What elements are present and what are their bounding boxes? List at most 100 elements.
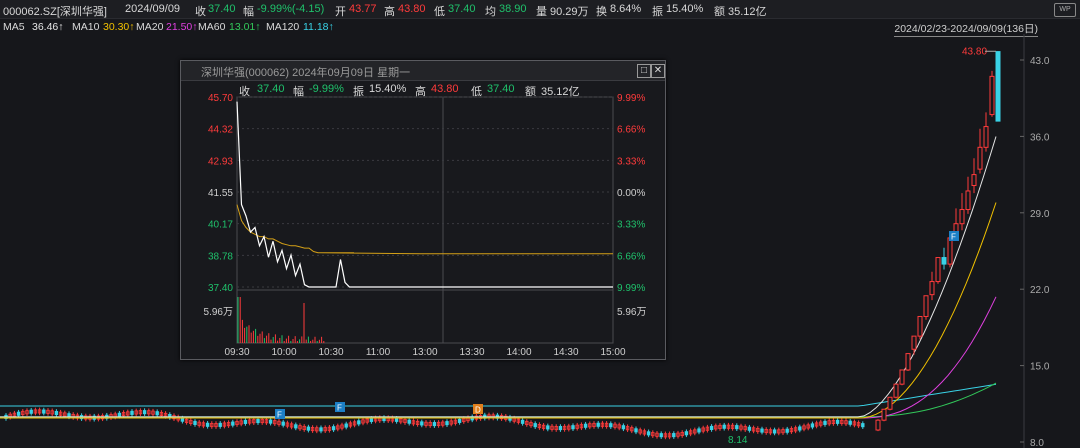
- price-tick-label: 40.17: [208, 220, 233, 231]
- time-tick-label: 10:00: [271, 347, 296, 358]
- ma5-label: MA5: [3, 21, 25, 33]
- pq-close-label: 收: [239, 86, 250, 98]
- history-candle-body: [810, 423, 815, 428]
- pct-tick-label: 6.66%: [617, 125, 645, 136]
- candle-body: [983, 126, 989, 148]
- candle-body: [965, 190, 971, 211]
- change-label: 幅: [243, 6, 254, 18]
- candle-body: [935, 257, 941, 283]
- pct-tick-label: 0.00%: [617, 188, 645, 199]
- history-candle-body: [357, 420, 361, 425]
- history-candle-body: [218, 422, 222, 427]
- volume-label: 5.96万: [204, 307, 233, 318]
- history-candle-body: [231, 421, 235, 426]
- volume-label: 量: [536, 6, 547, 18]
- pct-tick-label: 6.66%: [617, 251, 645, 262]
- stock-code[interactable]: 000062.SZ[深圳华强]: [3, 3, 107, 19]
- intraday-chart[interactable]: 45.70 9.99% 44.32 6.66% 42.93 3.33% 41.55 0.00%…: [181, 61, 665, 359]
- plot-frame: [236, 96, 614, 344]
- ma20-label: MA20: [136, 21, 164, 33]
- pq-change-label: 幅: [293, 86, 304, 98]
- app-badge-icon[interactable]: WP: [1054, 3, 1076, 17]
- history-candle-body: [709, 425, 714, 431]
- avg-label: 均: [485, 6, 496, 18]
- history-candle-body: [193, 420, 197, 425]
- turnover-value: 8.64%: [610, 3, 642, 15]
- high-value: 43.80: [398, 3, 426, 15]
- ma60-value: 13.01↑: [229, 21, 261, 33]
- ma10-label: MA10: [72, 21, 100, 33]
- quote-date: 2024/09/09: [125, 3, 181, 15]
- candle-body: [941, 257, 947, 265]
- history-candle-body: [29, 409, 33, 414]
- history-candle-body: [407, 419, 411, 424]
- history-candle-body: [243, 419, 248, 424]
- avg-value: 38.90: [499, 3, 527, 15]
- history-candle-body: [67, 413, 71, 418]
- open-label: 开: [335, 6, 346, 18]
- history-candle-body: [646, 431, 651, 436]
- candle-body: [923, 295, 929, 317]
- time-tick-label: 09:30: [224, 347, 249, 358]
- pq-low: 37.40: [487, 83, 515, 95]
- low-label: 低: [434, 6, 445, 18]
- pq-high-label: 高: [415, 86, 426, 98]
- candle-body: [971, 174, 977, 187]
- history-candle-body: [294, 424, 298, 429]
- history-candle-body: [533, 423, 537, 428]
- history-candle-body: [520, 419, 525, 424]
- ma120-line: [0, 383, 997, 407]
- history-candle-body: [306, 426, 311, 431]
- popup-title-bar[interactable]: 深圳华强(000062) 2024年09月09日 星期一 □ ✕: [181, 61, 665, 81]
- history-candle-body: [785, 428, 789, 433]
- history-candle-body: [344, 423, 348, 428]
- history-candle-body: [319, 427, 323, 432]
- candle-body: [905, 353, 911, 371]
- history-candle-body: [634, 428, 638, 433]
- price-tick-label: 36.0: [1030, 132, 1050, 143]
- history-candle-body: [256, 418, 260, 424]
- time-tick-label: 11:00: [366, 347, 391, 358]
- volume-value: 90.29万: [550, 6, 589, 18]
- history-candle-body: [16, 411, 21, 416]
- history-candle-body: [735, 425, 739, 430]
- candle-body: [881, 408, 887, 421]
- history-candle-body: [394, 417, 399, 422]
- history-candle-body: [130, 410, 134, 415]
- candle-body: [899, 369, 905, 385]
- history-candle-body: [823, 420, 827, 425]
- history-candle-body: [672, 433, 676, 438]
- history-candle-body: [508, 416, 512, 421]
- history-candle-body: [142, 410, 147, 415]
- ma120-label: MA120: [266, 21, 300, 33]
- close-icon[interactable]: ✕: [651, 64, 665, 78]
- ma-legend: MA5 36.46↑ MA10 30.30↑ MA20 21.50↑ MA60 …: [0, 19, 1080, 37]
- price-tick-label: 42.93: [208, 156, 233, 167]
- pct-tick-label: 3.33%: [617, 156, 645, 167]
- price-tick-label: 22.0: [1030, 285, 1050, 296]
- close-value: 37.40: [208, 3, 236, 15]
- candle-body: [977, 146, 983, 170]
- intraday-popup: 45.70 9.99% 44.32 6.66% 42.93 3.33% 41.55 0.00%…: [180, 60, 666, 360]
- history-candle-body: [684, 431, 689, 436]
- history-candle-body: [697, 428, 701, 433]
- history-candle-body: [760, 428, 764, 433]
- pct-tick-label: 9.99%: [617, 93, 645, 104]
- price-tick-label: 8.0: [1030, 438, 1044, 448]
- price-tick-label: 15.0: [1030, 362, 1050, 373]
- history-candle-body: [420, 421, 424, 426]
- time-tick-label: 14:00: [506, 347, 531, 358]
- price-tick-label: 45.70: [208, 93, 233, 104]
- event-marker-text: F: [951, 233, 956, 242]
- candle-body: [989, 75, 995, 116]
- pq-close: 37.40: [257, 83, 285, 95]
- low-price-label: 8.14: [728, 435, 748, 446]
- ma120-value: 11.18↑: [303, 21, 334, 33]
- history-candle-body: [798, 426, 802, 431]
- event-marker-text: F: [337, 404, 342, 413]
- maximize-icon[interactable]: □: [637, 64, 651, 78]
- history-candle-body: [621, 425, 626, 430]
- history-candle-body: [42, 409, 46, 414]
- amount-value: 35.12亿: [728, 6, 767, 18]
- amount-label: 额: [714, 6, 725, 18]
